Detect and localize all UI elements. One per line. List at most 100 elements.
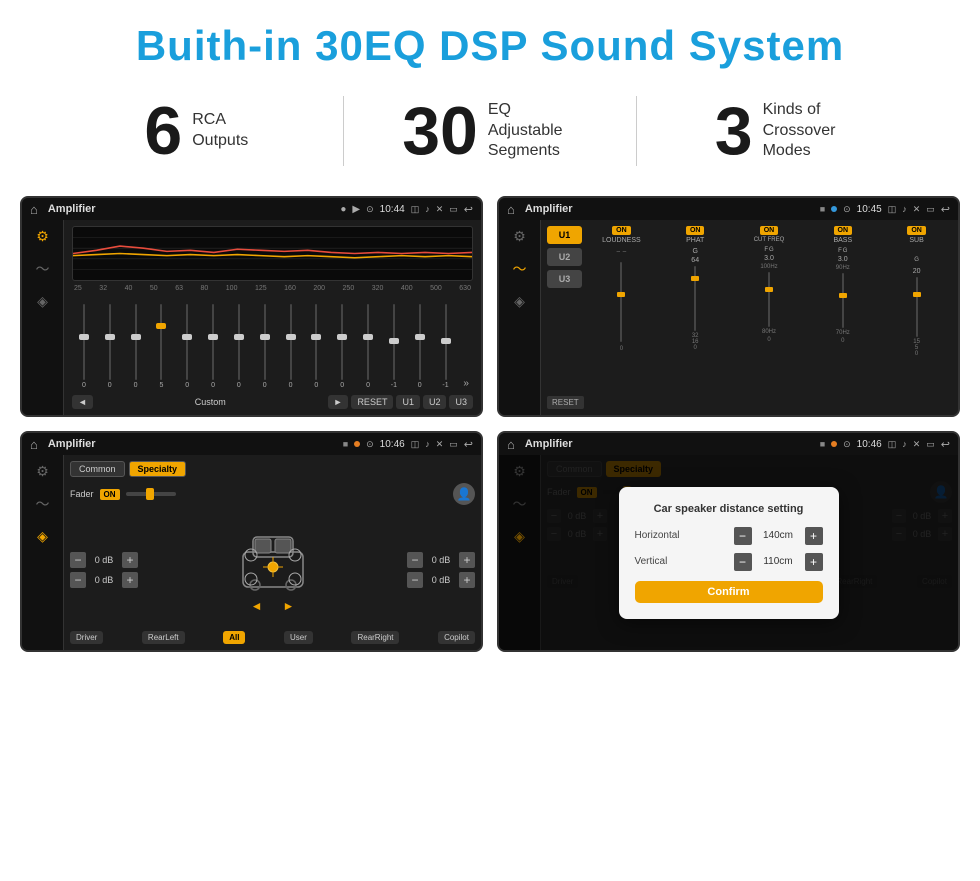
slider-9[interactable]: 0 <box>279 304 303 389</box>
slider-14[interactable]: 0 <box>408 304 432 389</box>
dialog-rect: ▭ <box>926 439 935 450</box>
gain-rr-minus[interactable]: − <box>407 572 423 588</box>
fader-on-badge[interactable]: ON <box>100 489 120 500</box>
dialog-horizontal-stepper: − 140cm + <box>734 527 823 545</box>
gain-fr-minus[interactable]: − <box>407 552 423 568</box>
u1-xover-btn[interactable]: U1 <box>547 226 582 244</box>
eq-left-sidebar: ⚙ 〜 ◈ <box>22 220 64 415</box>
vertical-value: 110cm <box>756 556 801 567</box>
slider-8[interactable]: 0 <box>253 304 277 389</box>
vertical-plus-btn[interactable]: + <box>805 553 823 571</box>
tab-common-btn[interactable]: Common <box>70 461 125 477</box>
gain-fl-value: 0 dB <box>89 555 119 565</box>
slider-2[interactable]: 0 <box>98 304 122 389</box>
phat-slider[interactable] <box>694 266 696 331</box>
slider-11[interactable]: 0 <box>330 304 354 389</box>
horizontal-plus-btn[interactable]: + <box>805 527 823 545</box>
fader-left-arrow[interactable]: ◄ <box>251 599 263 613</box>
tab-specialty-btn[interactable]: Specialty <box>129 461 187 477</box>
horizontal-minus-btn[interactable]: − <box>734 527 752 545</box>
next-mode-btn[interactable]: ► <box>328 395 349 409</box>
slider-4[interactable]: 5 <box>149 304 173 389</box>
eq-bottom-controls: ◄ Custom ► RESET U1 U2 U3 <box>72 395 473 409</box>
rearright-btn[interactable]: RearRight <box>351 631 399 644</box>
freq-630: 630 <box>459 285 471 292</box>
freq-25: 25 <box>74 285 82 292</box>
cutfreq-on-btn[interactable]: ON <box>760 226 779 235</box>
u1-btn[interactable]: U1 <box>396 395 420 409</box>
slider-1[interactable]: 0 <box>72 304 96 389</box>
fader-sidebar-speaker-icon[interactable]: ◈ <box>37 528 48 545</box>
stat-rca: 6 RCAOutputs <box>60 97 333 165</box>
prev-mode-btn[interactable]: ◄ <box>72 395 93 409</box>
stat-eq: 30 EQ AdjustableSegments <box>354 97 627 165</box>
eq-freq-labels: 25 32 40 50 63 80 100 125 160 200 250 32… <box>72 285 473 292</box>
slider-13[interactable]: -1 <box>382 304 406 389</box>
slider-6[interactable]: 0 <box>201 304 225 389</box>
confirm-button[interactable]: Confirm <box>635 581 823 603</box>
xover-sidebar-wave-icon[interactable]: 〜 <box>513 259 527 279</box>
bass-slider[interactable] <box>842 273 844 328</box>
xover-sidebar-speaker-icon[interactable]: ◈ <box>514 293 525 310</box>
fader-sidebar-wave-icon[interactable]: 〜 <box>36 494 50 514</box>
fader-right-arrow[interactable]: ► <box>283 599 295 613</box>
fader-dot1: ■ <box>343 439 348 449</box>
xover-back: ↩ <box>941 203 950 216</box>
freq-160: 160 <box>284 285 296 292</box>
slider-5[interactable]: 0 <box>175 304 199 389</box>
eq-sidebar-eq-icon[interactable]: ⚙ <box>36 228 49 245</box>
dialog-time: 10:46 <box>857 439 882 450</box>
reset-btn[interactable]: RESET <box>351 395 393 409</box>
driver-btn[interactable]: Driver <box>70 631 103 644</box>
fader-status-bar: ⌂ Amplifier ■ ⊙ 10:46 ◫ ♪ ✕ ▭ ↩ <box>22 433 481 455</box>
all-btn[interactable]: All <box>223 631 245 644</box>
fader-track[interactable] <box>126 492 176 496</box>
loudness-on-btn[interactable]: ON <box>612 226 631 235</box>
sub-slider[interactable] <box>916 277 918 337</box>
xover-home-icon[interactable]: ⌂ <box>507 202 515 217</box>
dialog-title: Car speaker distance setting <box>635 503 823 515</box>
slider-3[interactable]: 0 <box>124 304 148 389</box>
xover-x: ✕ <box>913 204 921 215</box>
gain-rr-plus[interactable]: + <box>459 572 475 588</box>
copilot-btn[interactable]: Copilot <box>438 631 475 644</box>
dialog-home-icon[interactable]: ⌂ <box>507 437 515 452</box>
cutfreq-slider[interactable] <box>768 272 770 327</box>
gain-rl-plus[interactable]: + <box>122 572 138 588</box>
rearleft-btn[interactable]: RearLeft <box>142 631 185 644</box>
eq-main: 25 32 40 50 63 80 100 125 160 200 250 32… <box>64 220 481 415</box>
freq-40: 40 <box>125 285 133 292</box>
vertical-minus-btn[interactable]: − <box>734 553 752 571</box>
fader-knob[interactable] <box>146 488 154 500</box>
u2-xover-btn[interactable]: U2 <box>547 248 582 266</box>
slider-10[interactable]: 0 <box>304 304 328 389</box>
gain-fl-minus[interactable]: − <box>70 552 86 568</box>
home-icon[interactable] <box>30 202 38 217</box>
bass-on-btn[interactable]: ON <box>834 226 853 235</box>
u2-btn[interactable]: U2 <box>423 395 447 409</box>
screen-fader-dialog: ⌂ Amplifier ■ ⊙ 10:46 ◫ ♪ ✕ ▭ ↩ ⚙ 〜 ◈ Co… <box>497 431 960 652</box>
eq-dot1: ● <box>340 204 346 215</box>
phat-on-btn[interactable]: ON <box>686 226 705 235</box>
gain-fl-plus[interactable]: + <box>122 552 138 568</box>
gain-fr-plus[interactable]: + <box>459 552 475 568</box>
xover-reset-btn[interactable]: RESET <box>547 396 584 409</box>
xover-sidebar-eq-icon[interactable]: ⚙ <box>513 228 526 245</box>
eq-sidebar-speaker-icon[interactable]: ◈ <box>37 293 48 310</box>
fader-sidebar-eq-icon[interactable]: ⚙ <box>36 463 49 480</box>
u3-btn[interactable]: U3 <box>449 395 473 409</box>
car-diagram-svg <box>233 527 313 597</box>
slider-12[interactable]: 0 <box>356 304 380 389</box>
ch-phat: ON PHAT G 64 32 16 <box>660 226 731 389</box>
loudness-slider[interactable] <box>620 262 622 342</box>
eq-sidebar-wave-icon[interactable]: 〜 <box>36 259 50 279</box>
u3-xover-btn[interactable]: U3 <box>547 270 582 288</box>
user-btn[interactable]: User <box>284 631 313 644</box>
fader-home-icon[interactable]: ⌂ <box>30 437 38 452</box>
gain-rl-minus[interactable]: − <box>70 572 86 588</box>
fader-label: Fader <box>70 489 94 499</box>
expand-arrows[interactable]: » <box>459 378 473 389</box>
sub-on-btn[interactable]: ON <box>907 226 926 235</box>
slider-15[interactable]: -1 <box>434 304 458 389</box>
slider-7[interactable]: 0 <box>227 304 251 389</box>
